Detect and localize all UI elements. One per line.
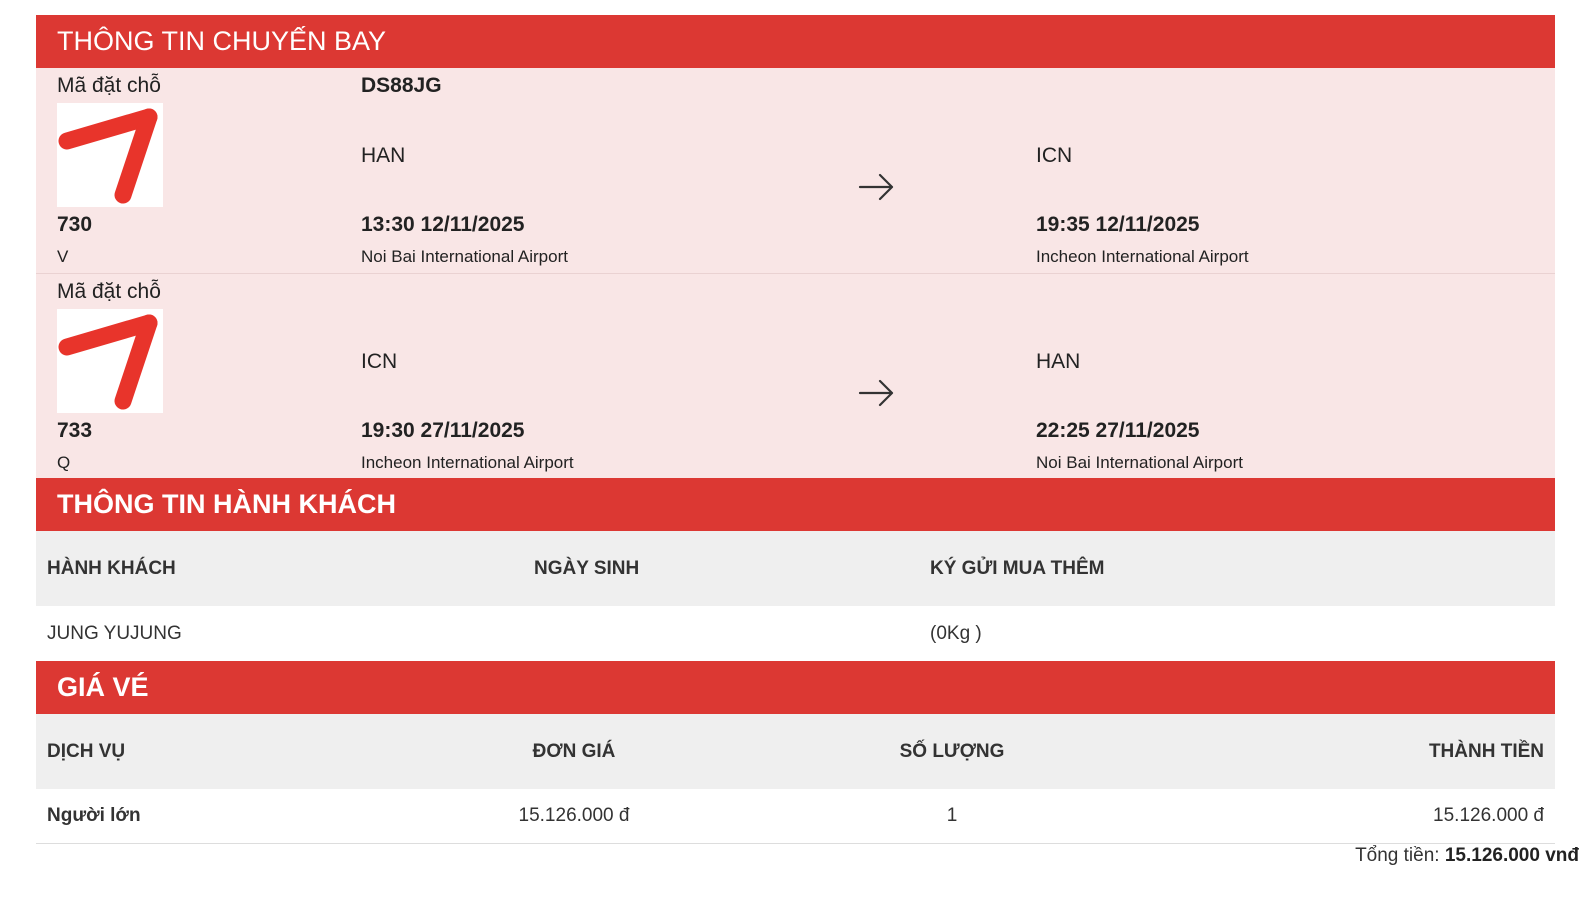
quantity: 1 [946, 805, 958, 826]
arrival-airport: Incheon International Airport [1036, 247, 1249, 266]
column-header-quantity: SỐ LƯỢNG [899, 740, 1005, 762]
booking-code-label: Mã đặt chỗ [57, 74, 161, 97]
flight-number: 730 [57, 213, 93, 236]
service-name: Người lớn [47, 805, 141, 826]
subtotal: 15.126.000 đ [1433, 805, 1544, 826]
price-header: GIÁ VÉ [36, 661, 1555, 714]
column-header-unit-price: ĐƠN GIÁ [532, 740, 616, 762]
airline-logo-icon [57, 309, 163, 413]
departure-airport: Incheon International Airport [361, 453, 574, 472]
fare-class: V [57, 247, 69, 266]
flight-info-title: THÔNG TIN CHUYẾN BAY [57, 26, 387, 56]
arrival-time: 22:25 27/11/2025 [1036, 419, 1200, 442]
price-table: DỊCH VỤ ĐƠN GIÁ SỐ LƯỢNG THÀNH TIỀN Ngườ… [36, 714, 1555, 844]
column-header-service: DỊCH VỤ [47, 740, 126, 762]
booking-code-label: Mã đặt chỗ [57, 280, 161, 303]
column-header-subtotal: THÀNH TIỀN [1428, 740, 1544, 762]
fare-class: Q [57, 453, 71, 472]
total-amount: Tổng tiền: 15.126.000 vnđ [1355, 845, 1579, 867]
total-label: Tổng tiền: [1355, 845, 1440, 866]
arrow-right-icon [858, 374, 896, 412]
arrival-code: HAN [1036, 350, 1081, 373]
departure-code: ICN [361, 350, 398, 373]
column-header-extra-baggage: KÝ GỬI MUA THÊM [930, 557, 1105, 579]
price-title: GIÁ VÉ [57, 672, 149, 702]
flight-card: Mã đặt chỗ 733 Q ICN 19:30 27/11/2025 In… [36, 273, 1555, 478]
passenger-info-header: THÔNG TIN HÀNH KHÁCH [36, 478, 1555, 531]
passenger-table: HÀNH KHÁCH NGÀY SINH KÝ GỬI MUA THÊM JUN… [36, 531, 1555, 661]
flight-info-header: THÔNG TIN CHUYẾN BAY [36, 15, 1555, 68]
column-header-passenger: HÀNH KHÁCH [47, 557, 176, 579]
passenger-name: JUNG YUJUNG [47, 622, 182, 644]
arrow-right-icon [858, 168, 896, 206]
table-header-row: DỊCH VỤ ĐƠN GIÁ SỐ LƯỢNG THÀNH TIỀN [36, 714, 1555, 789]
table-header-row: HÀNH KHÁCH NGÀY SINH KÝ GỬI MUA THÊM [36, 531, 1555, 606]
booking-code-value: DS88JG [361, 74, 442, 97]
arrival-airport: Noi Bai International Airport [1036, 453, 1243, 472]
flight-number: 733 [57, 419, 93, 442]
table-row: JUNG YUJUNG (0Kg ) [36, 606, 1555, 661]
airline-logo-icon [57, 103, 163, 207]
arrival-time: 19:35 12/11/2025 [1036, 213, 1200, 236]
passenger-baggage: (0Kg ) [930, 622, 982, 644]
passenger-info-title: THÔNG TIN HÀNH KHÁCH [57, 489, 396, 519]
unit-price: 15.126.000 đ [518, 805, 630, 826]
departure-time: 19:30 27/11/2025 [361, 419, 525, 442]
departure-code: HAN [361, 144, 406, 167]
booking-summary: THÔNG TIN CHUYẾN BAY Mã đặt chỗ DS88JG 7… [36, 15, 1555, 844]
table-row: Người lớn 15.126.000 đ 1 15.126.000 đ [36, 789, 1555, 844]
column-header-birthdate: NGÀY SINH [534, 557, 640, 579]
flight-card: Mã đặt chỗ DS88JG 730 V HAN 13:30 12/11/… [36, 68, 1555, 273]
total-value: 15.126.000 vnđ [1444, 845, 1579, 866]
departure-airport: Noi Bai International Airport [361, 247, 568, 266]
arrival-code: ICN [1036, 144, 1073, 167]
departure-time: 13:30 12/11/2025 [361, 213, 525, 236]
